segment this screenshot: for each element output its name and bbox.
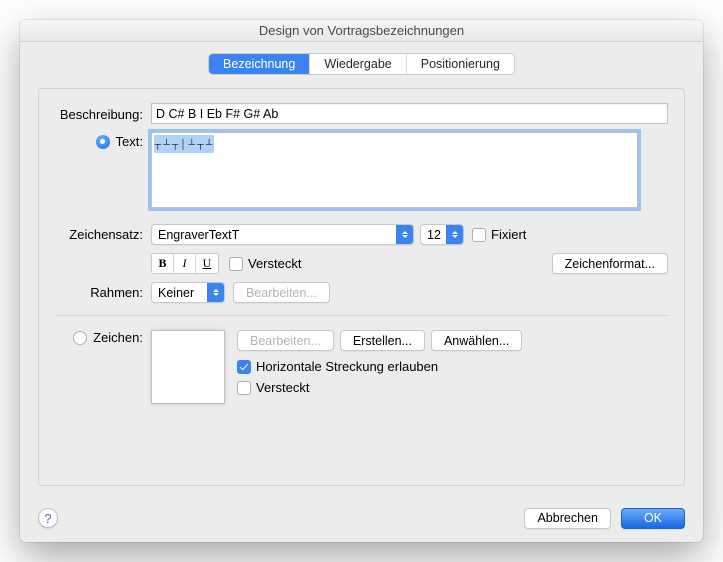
window-title: Design von Vortragsbezeichnungen — [20, 20, 703, 42]
zeichen-radio-label: Zeichen: — [93, 330, 143, 345]
bold-button[interactable]: B — [152, 254, 174, 273]
zeichen-preview — [151, 330, 225, 404]
dialog-footer: ? Abbrechen OK — [20, 494, 703, 542]
help-button[interactable]: ? — [38, 508, 58, 528]
underline-button[interactable]: U — [196, 254, 218, 273]
rahmen-label: Rahmen: — [55, 285, 151, 300]
versteckt-text-label: Versteckt — [248, 256, 301, 271]
style-buttons: B I U — [151, 253, 219, 274]
tab-wiedergabe[interactable]: Wiedergabe — [310, 54, 406, 74]
versteckt-text-checkbox[interactable] — [229, 257, 243, 271]
cancel-button[interactable]: Abbrechen — [524, 508, 610, 529]
beschreibung-input[interactable] — [151, 103, 668, 124]
help-icon: ? — [44, 511, 51, 526]
fixiert-label: Fixiert — [491, 227, 526, 242]
stepper-arrows-icon — [396, 225, 413, 244]
text-radio[interactable] — [96, 135, 110, 149]
tab-bar: Bezeichnung Wiedergabe Positionierung — [20, 54, 703, 74]
zeichen-radio[interactable] — [73, 331, 87, 345]
notation-preview: ┬┴┬│┴┬┴ — [154, 135, 214, 153]
rahmen-select[interactable]: Keiner — [151, 282, 225, 303]
fixiert-checkbox[interactable] — [472, 228, 486, 242]
dialog-window: Design von Vortragsbezeichnungen Bezeich… — [20, 20, 703, 542]
anwaehlen-button[interactable]: Anwählen... — [431, 330, 522, 351]
content-panel: Beschreibung: Text: ┬┴┬│┴┬┴ — [38, 88, 685, 486]
stepper-arrows-icon — [207, 283, 224, 302]
erstellen-button[interactable]: Erstellen... — [340, 330, 425, 351]
rahmen-bearbeiten-button[interactable]: Bearbeiten... — [233, 282, 330, 303]
zeichen-bearbeiten-button[interactable]: Bearbeiten... — [237, 330, 334, 351]
tab-bezeichnung[interactable]: Bezeichnung — [209, 54, 310, 74]
text-editor[interactable]: ┬┴┬│┴┬┴ — [151, 132, 638, 208]
versteckt-zeichen-label: Versteckt — [256, 380, 309, 395]
text-radio-label: Text: — [116, 134, 143, 149]
italic-button[interactable]: I — [174, 254, 196, 273]
versteckt-zeichen-checkbox[interactable] — [237, 381, 251, 395]
zeichensatz-label: Zeichensatz: — [55, 227, 151, 242]
zeichenformat-button[interactable]: Zeichenformat... — [552, 253, 668, 274]
stepper-arrows-icon — [446, 225, 463, 244]
font-size-select[interactable]: 12 — [420, 224, 464, 245]
horiz-streckung-label: Horizontale Streckung erlauben — [256, 359, 438, 374]
ok-button[interactable]: OK — [621, 508, 685, 529]
beschreibung-label: Beschreibung: — [55, 103, 151, 122]
tab-positionierung[interactable]: Positionierung — [407, 54, 514, 74]
font-select[interactable]: EngraverTextT — [151, 224, 414, 245]
horiz-streckung-checkbox[interactable] — [237, 360, 251, 374]
divider — [55, 315, 668, 316]
